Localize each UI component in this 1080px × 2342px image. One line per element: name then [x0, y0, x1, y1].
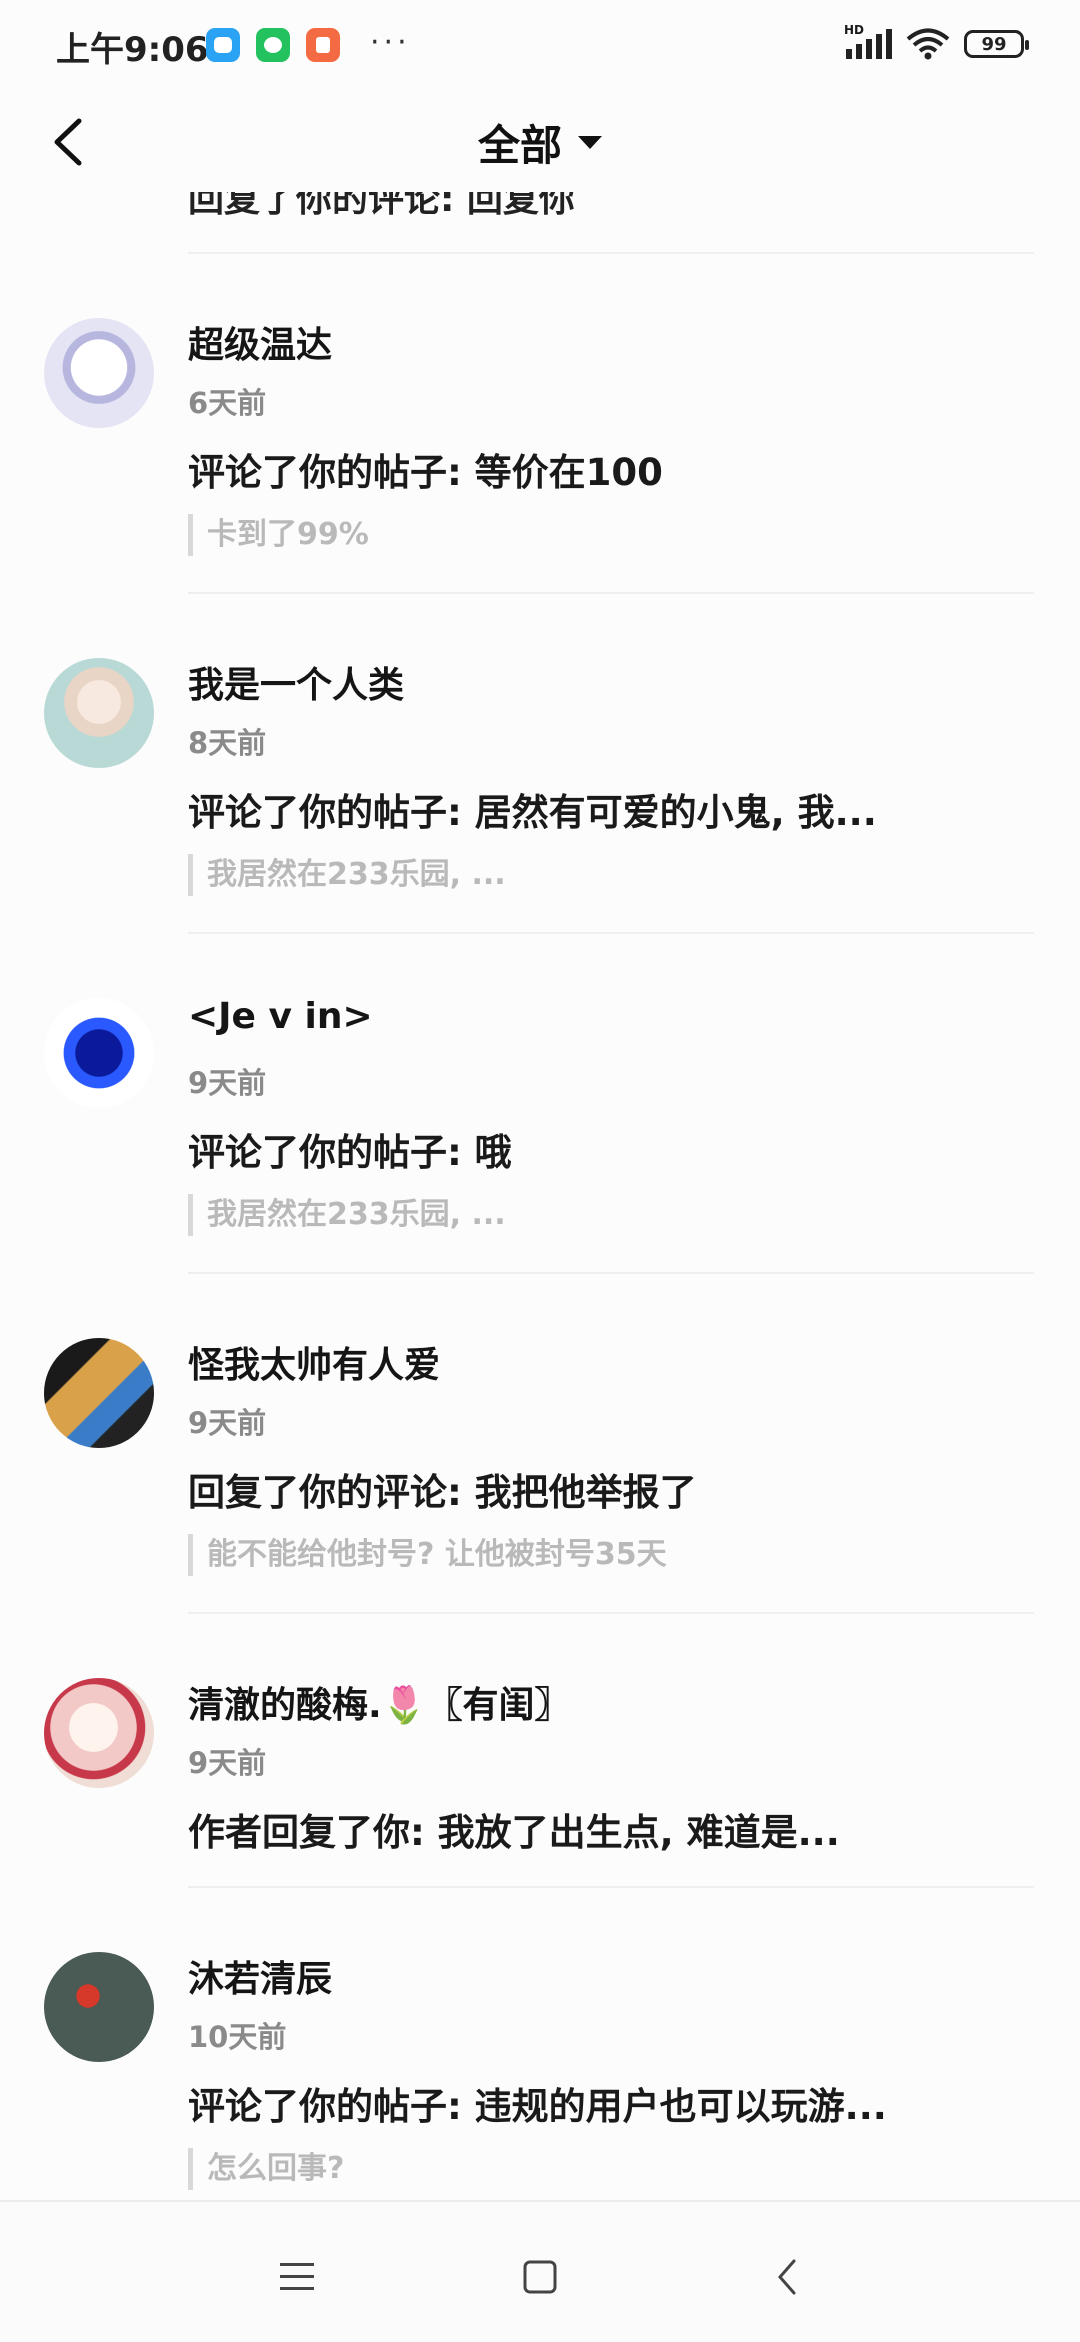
wifi-icon: [906, 28, 950, 60]
avatar[interactable]: [44, 318, 154, 428]
notification-icons: ···: [206, 24, 411, 62]
network-type-label: HD: [844, 23, 865, 37]
avatar[interactable]: [44, 1952, 154, 2062]
status-bar: 上午9:06 ··· HD 99: [0, 0, 1080, 90]
system-navigation-bar: [0, 2200, 1080, 2342]
recent-apps-button[interactable]: [262, 2242, 332, 2312]
user-name[interactable]: 沐若清辰: [188, 1950, 332, 2002]
signal-icon: HD: [844, 23, 892, 59]
notification-item[interactable]: 怪我太帅有人爱 9天前 回复了你的评论: 我把他举报了 能不能给他封号? 让他被…: [0, 1320, 1080, 1612]
notification-text: 评论了你的帖子: 居然有可爱的小鬼, 我...: [188, 791, 877, 834]
divider: [188, 932, 1034, 934]
notification-text: 回复了你的评论: 我把他举报了: [188, 1471, 697, 1514]
divider: [188, 1886, 1034, 1888]
menu-icon: [280, 2263, 314, 2290]
avatar[interactable]: [44, 1678, 154, 1788]
caret-down-icon: [578, 136, 602, 149]
battery-icon: 99: [964, 30, 1029, 58]
more-notifications-icon: ···: [370, 24, 411, 60]
user-name[interactable]: <Je v in>: [188, 996, 373, 1037]
timestamp: 10天前: [188, 2020, 287, 2054]
notification-text: 作者回复了你: 我放了出生点, 难道是...: [188, 1811, 840, 1854]
partial-list-item[interactable]: 回复了你的评论: 回复你: [188, 192, 1034, 252]
notification-item[interactable]: <Je v in> 9天前 评论了你的帖子: 哦 我居然在233乐园, ...: [0, 980, 1080, 1272]
notification-text: 评论了你的帖子: 等价在100: [188, 451, 663, 494]
timestamp: 6天前: [188, 386, 267, 420]
messenger-app-icon: [206, 28, 240, 62]
timestamp: 9天前: [188, 1066, 267, 1100]
notification-item[interactable]: 清澈的酸梅.🌷〖有闺〗 9天前 作者回复了你: 我放了出生点, 难道是...: [0, 1660, 1080, 1880]
quoted-text: 怎么回事?: [188, 2148, 344, 2190]
user-name[interactable]: 清澈的酸梅.🌷〖有闺〗: [188, 1676, 571, 1728]
notification-text: 评论了你的帖子: 违规的用户也可以玩游...: [188, 2085, 887, 2128]
user-name[interactable]: 怪我太帅有人爱: [188, 1336, 440, 1388]
battery-level: 99: [981, 33, 1007, 55]
square-icon: [523, 2260, 557, 2294]
divider: [188, 252, 1034, 254]
timestamp: 9天前: [188, 1406, 267, 1440]
quoted-text: 我居然在233乐园, ...: [188, 854, 506, 896]
avatar[interactable]: [44, 998, 154, 1108]
partial-item-text: 回复了你的评论: 回复你: [188, 192, 575, 220]
page-title: 全部: [477, 121, 562, 170]
quoted-text: 卡到了99%: [188, 514, 369, 556]
status-indicators: HD 99: [844, 23, 1029, 60]
divider: [188, 592, 1034, 594]
notification-item[interactable]: 沐若清辰 10天前 评论了你的帖子: 违规的用户也可以玩游... 怎么回事?: [0, 1934, 1080, 2194]
shopping-app-icon: [306, 28, 340, 62]
user-name[interactable]: 我是一个人类: [188, 656, 404, 708]
avatar[interactable]: [44, 1338, 154, 1448]
notification-item[interactable]: 超级温达 6天前 评论了你的帖子: 等价在100 卡到了99%: [0, 300, 1080, 592]
home-button[interactable]: [505, 2242, 575, 2312]
user-name[interactable]: 超级温达: [188, 316, 332, 368]
system-back-button[interactable]: [752, 2242, 822, 2312]
status-time: 上午9:06: [56, 30, 209, 70]
notification-text: 评论了你的帖子: 哦: [188, 1131, 512, 1174]
avatar[interactable]: [44, 658, 154, 768]
quoted-text: 能不能给他封号? 让他被封号35天: [188, 1534, 667, 1576]
top-app-bar: 全部: [0, 90, 1080, 200]
quoted-text: 我居然在233乐园, ...: [188, 1194, 506, 1236]
timestamp: 9天前: [188, 1746, 267, 1780]
notification-item[interactable]: 我是一个人类 8天前 评论了你的帖子: 居然有可爱的小鬼, 我... 我居然在2…: [0, 640, 1080, 932]
divider: [188, 1612, 1034, 1614]
timestamp: 8天前: [188, 726, 267, 760]
filter-dropdown[interactable]: 全部: [0, 112, 1080, 173]
wechat-app-icon: [256, 28, 290, 62]
divider: [188, 1272, 1034, 1274]
chevron-left-icon: [778, 2259, 796, 2295]
